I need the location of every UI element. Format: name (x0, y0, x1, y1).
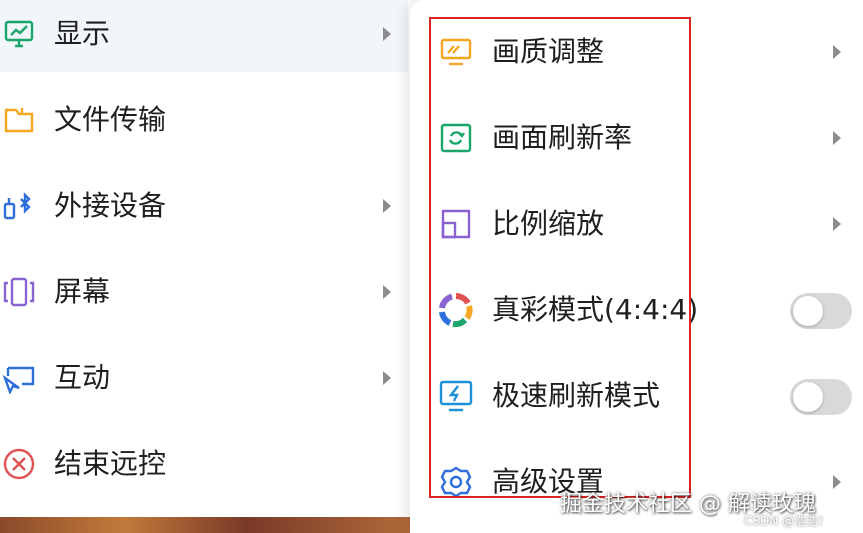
submenu-item-picture-quality[interactable]: 画质调整 (410, 16, 863, 86)
menu-item-display[interactable]: 显示 (0, 0, 408, 72)
fast-refresh-icon (438, 378, 474, 414)
true-color-icon (438, 292, 474, 328)
menu-item-label: 显示 (54, 17, 111, 50)
refresh-rate-icon (438, 120, 474, 156)
chevron-right-icon (380, 282, 394, 302)
submenu-item-scale[interactable]: 比例缩放 (410, 188, 863, 258)
bluetooth-device-icon (2, 189, 36, 223)
folder-icon (2, 103, 36, 137)
picture-quality-icon (438, 34, 474, 70)
menu-item-label: 文件传输 (54, 103, 167, 136)
submenu-item-label: 画质调整 (492, 35, 605, 68)
watermark-sub: CSDN @浩浩！ (744, 514, 831, 528)
display-submenu: 画质调整 画面刷新率 比例缩放 真彩模式(4:4:4) 极速刷新模式 高级设置 (410, 0, 863, 533)
background-wallpaper-strip (0, 517, 410, 533)
screens-icon (2, 275, 36, 309)
submenu-item-label: 画面刷新率 (492, 121, 633, 154)
submenu-item-refresh-rate[interactable]: 画面刷新率 (410, 102, 863, 172)
chevron-right-icon (380, 24, 394, 44)
menu-item-label: 屏幕 (54, 275, 111, 308)
menu-item-end-remote[interactable]: 结束远控 (0, 426, 408, 502)
interaction-icon (2, 361, 36, 395)
chevron-right-icon (830, 214, 844, 234)
submenu-item-label: 真彩模式(4:4:4) (492, 293, 699, 326)
fast-refresh-toggle[interactable] (790, 379, 852, 415)
toggle-knob (793, 296, 823, 326)
monitor-chart-icon (2, 17, 36, 51)
close-circle-icon (2, 447, 36, 481)
menu-item-external-devices[interactable]: 外接设备 (0, 168, 408, 244)
chevron-right-icon (830, 42, 844, 62)
chevron-right-icon (830, 128, 844, 148)
scale-icon (438, 206, 474, 242)
menu-item-label: 互动 (54, 361, 111, 394)
submenu-item-label: 极速刷新模式 (492, 379, 661, 412)
chevron-right-icon (380, 368, 394, 388)
toggle-knob (793, 382, 823, 412)
menu-item-screen[interactable]: 屏幕 (0, 254, 408, 330)
submenu-item-label: 比例缩放 (492, 207, 605, 240)
chevron-right-icon (830, 472, 844, 492)
menu-item-interaction[interactable]: 互动 (0, 340, 408, 416)
true-color-toggle[interactable] (790, 293, 852, 329)
menu-item-file-transfer[interactable]: 文件传输 (0, 82, 408, 158)
menu-item-label: 结束远控 (54, 447, 167, 480)
menu-item-label: 外接设备 (54, 189, 167, 222)
submenu-item-true-color[interactable]: 真彩模式(4:4:4) (410, 274, 863, 344)
chevron-right-icon (380, 196, 394, 216)
main-menu: 显示 文件传输 外接设备 屏幕 互动 结束远控 (0, 0, 410, 533)
submenu-item-fast-refresh[interactable]: 极速刷新模式 (410, 360, 863, 430)
gear-icon (438, 464, 474, 500)
